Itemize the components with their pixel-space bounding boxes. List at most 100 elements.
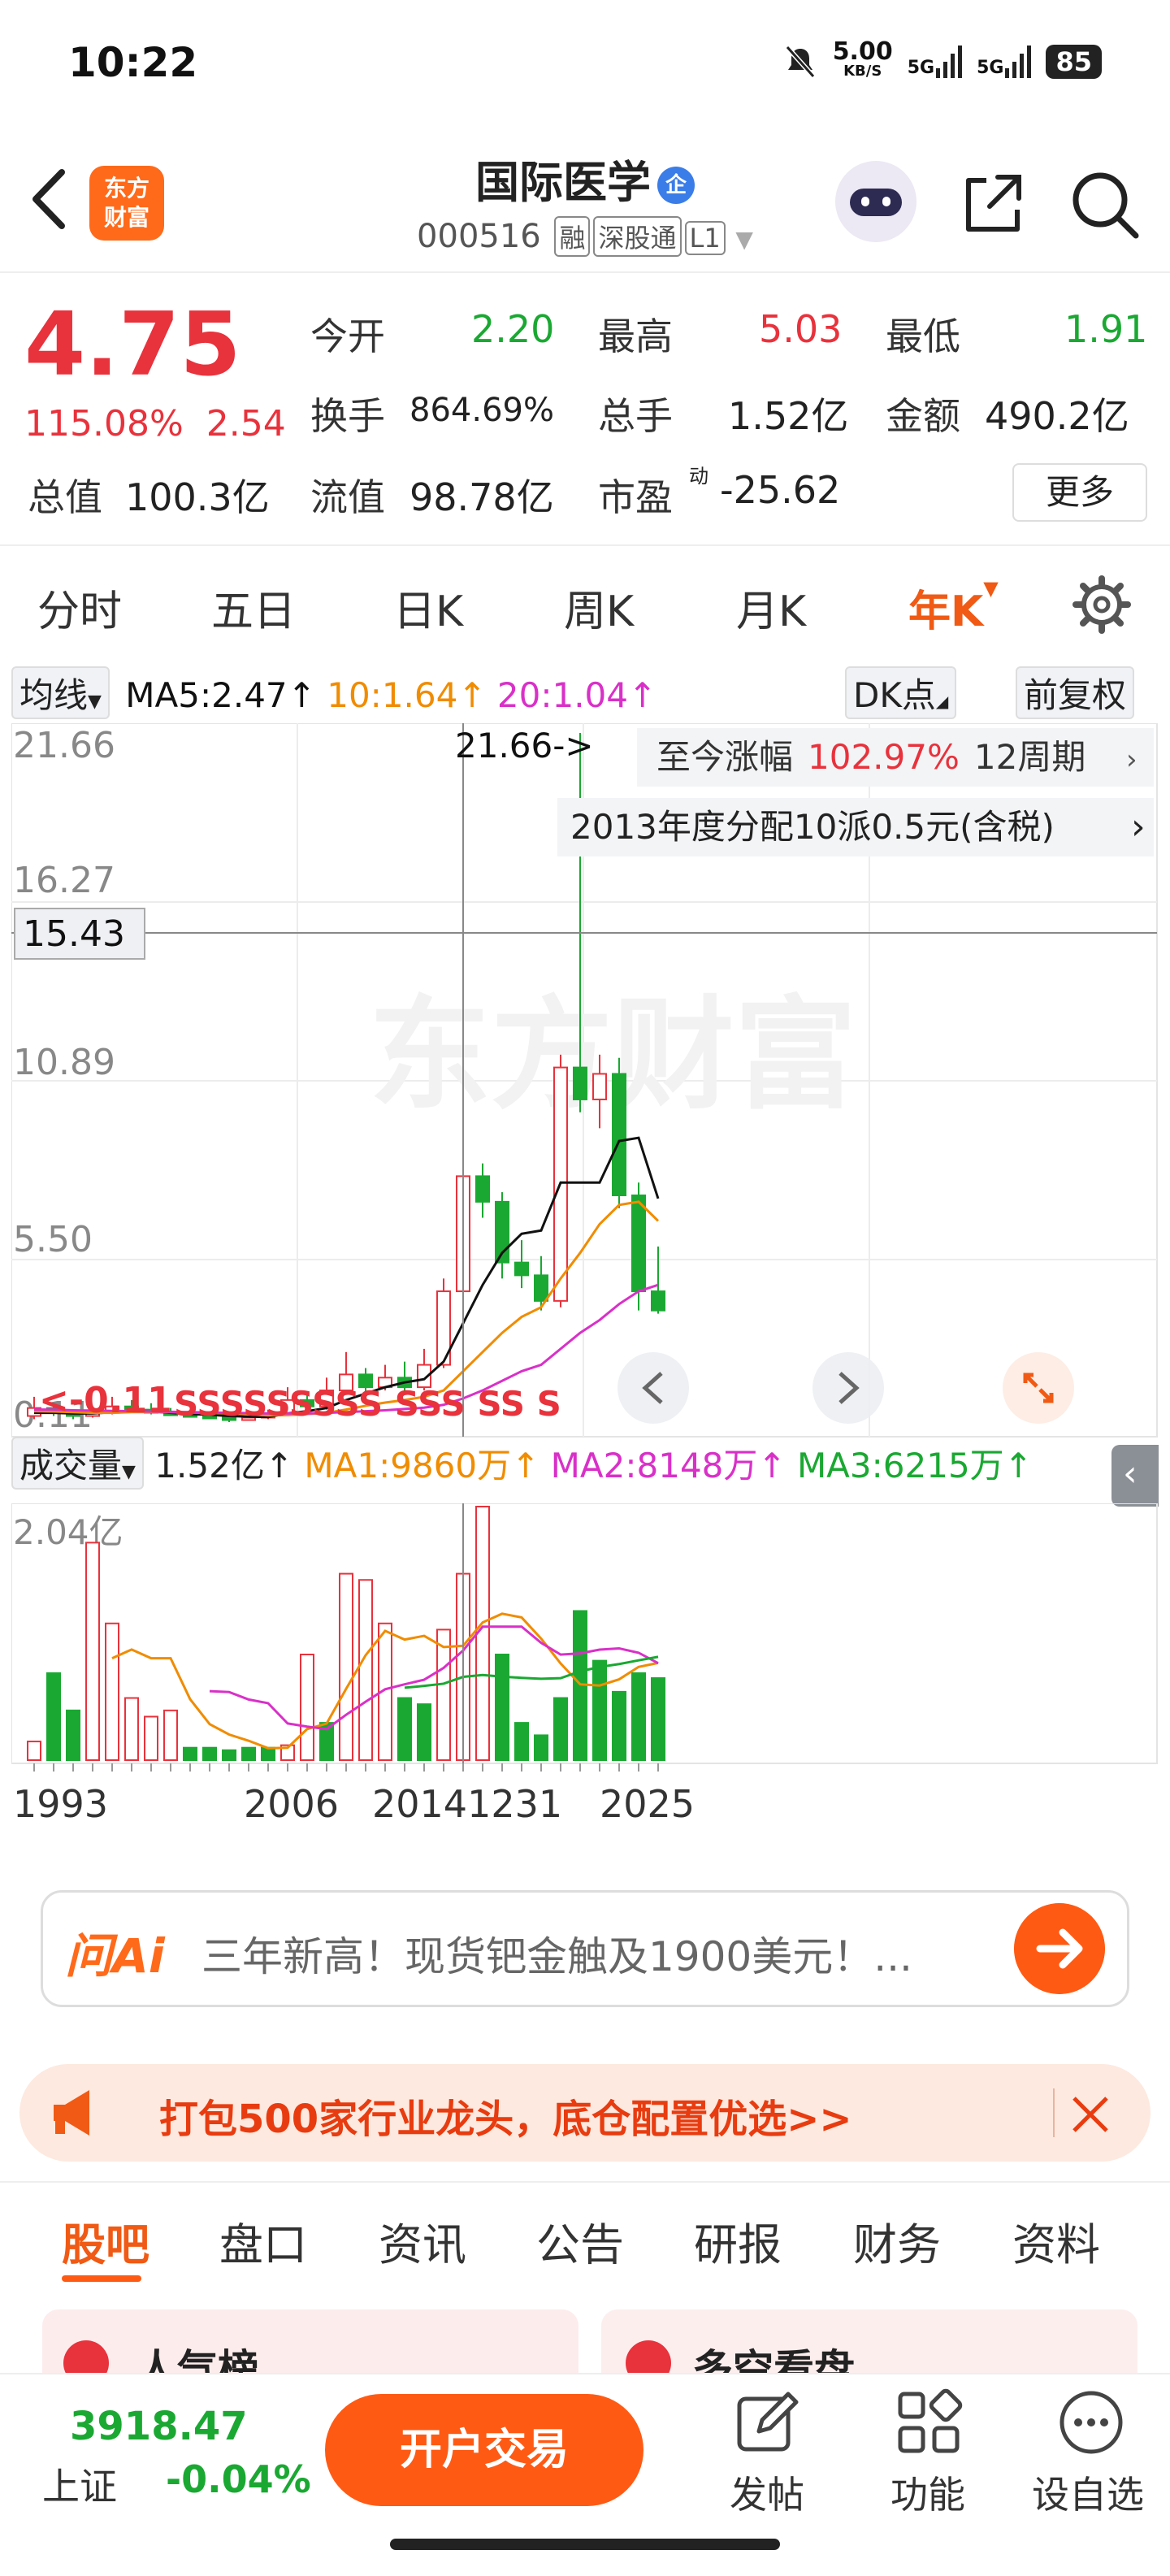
volume-bar (651, 1677, 665, 1761)
open-account-trade-button[interactable]: 开户交易 (325, 2394, 644, 2506)
volume-bar (183, 1746, 197, 1761)
net-speed: 5.00 KB/S (833, 40, 893, 81)
ai-robot-avatar[interactable] (835, 161, 916, 242)
index-value[interactable]: 3918.47 (70, 2404, 248, 2449)
volume-bar (202, 1746, 217, 1761)
low-marker: <-0.11 (39, 1380, 172, 1421)
app-logo[interactable]: 东方 财富 (89, 166, 164, 241)
caret-down-icon: ▼ (122, 1462, 136, 1482)
tab-announcements[interactable]: 公告 (536, 2209, 624, 2273)
tab-news[interactable]: 资讯 (379, 2209, 466, 2273)
back-arrow-icon[interactable] (20, 163, 76, 236)
current-price: 4.75 (24, 294, 241, 396)
ma20-value: 20:1.04↑ (496, 675, 657, 715)
open-value: 2.20 (471, 307, 555, 351)
bull-bear-card[interactable]: 多空看盘 (601, 2309, 1138, 2393)
post-label[interactable]: 发帖 (730, 2465, 804, 2519)
chart-prev-button[interactable] (618, 1352, 689, 1424)
signal-5g-2: 5G (977, 46, 1032, 78)
volume-bar (495, 1654, 509, 1761)
dk-point-button[interactable]: DK点◢ (845, 666, 957, 719)
divider (1053, 2088, 1055, 2137)
gain-text: 至今涨幅 102.97% 12周期 (656, 737, 1086, 777)
gain-prefix: 至今涨幅 (656, 737, 793, 777)
stock-code-row[interactable]: 000516 融深股通 L1 ▼ (390, 216, 780, 257)
volume-bar (144, 1715, 158, 1761)
popularity-card[interactable]: 人气榜 (42, 2309, 578, 2393)
chevron-right-icon: › (1126, 744, 1138, 776)
dividend-note: 2013年度分配10派0.5元(含税) (570, 807, 1055, 847)
volume-bar (66, 1709, 80, 1762)
search-icon[interactable] (1068, 167, 1141, 241)
candle-body (514, 1261, 529, 1277)
functions-label[interactable]: 功能 (890, 2465, 965, 2519)
active-tab-indicator (62, 2275, 141, 2282)
tab-yearly-k-label: 年K (908, 588, 984, 636)
status-time: 10:22 (68, 39, 198, 86)
stock-name: 国际医学 (475, 157, 651, 208)
tab-intraday[interactable]: 分时 (37, 577, 122, 638)
ai-search-text[interactable]: 三年新高！现货钯金触及1900美元！... (202, 1924, 998, 1983)
volume-bar (631, 1672, 646, 1761)
pe-sup: 动 (689, 465, 708, 488)
more-button[interactable]: 更多 (1012, 463, 1147, 522)
share-icon[interactable] (957, 169, 1027, 239)
volume-bar (436, 1628, 451, 1761)
tab-forum[interactable]: 股吧 (62, 2209, 150, 2273)
tab-research[interactable]: 研报 (694, 2209, 782, 2273)
signal-5g-1: 5G (908, 46, 963, 78)
change-pct: 115.08% (24, 403, 184, 445)
signal-markers: SSSSSSSSS SSS SS S (174, 1384, 561, 1424)
post-icon[interactable] (731, 2386, 804, 2459)
stock-title: 国际医学企 (390, 146, 780, 210)
ma-select[interactable]: 均线▼ (11, 666, 110, 719)
index-name[interactable]: 上证 (42, 2457, 117, 2511)
volume-bar (417, 1703, 431, 1761)
fullscreen-button[interactable] (1003, 1352, 1074, 1424)
volume-select-label: 成交量 (20, 1446, 123, 1485)
promo-text[interactable]: 打包500家行业龙头，底仓配置优选>> (159, 2087, 852, 2144)
candle-body (631, 1195, 646, 1293)
mute-bell-icon (785, 46, 815, 78)
signal-bars-icon (936, 46, 963, 78)
tab-daily-k[interactable]: 日K (393, 577, 463, 638)
signal-bars-icon (1005, 46, 1032, 78)
add-watchlist-label[interactable]: 设自选 (1032, 2465, 1144, 2519)
tab-profile[interactable]: 资料 (1012, 2209, 1100, 2273)
gear-icon[interactable] (1071, 574, 1133, 635)
close-icon[interactable] (1068, 2092, 1113, 2137)
x-label-1993: 1993 (13, 1782, 108, 1820)
volume-select[interactable]: 成交量▼ (11, 1437, 144, 1490)
more-dots-icon[interactable] (1055, 2386, 1128, 2459)
signal-5g-2-label: 5G (977, 58, 1004, 78)
volume-bar (514, 1722, 529, 1761)
volume-chart[interactable]: 2.04亿 1993 2006 20141231 2025 (11, 1503, 1159, 1820)
tab-monthly-k[interactable]: 月K (736, 577, 806, 638)
volume-bar (222, 1749, 236, 1762)
tab-financials[interactable]: 财务 (853, 2209, 941, 2273)
amount-label: 金额 (886, 394, 960, 438)
tab-orderbook[interactable]: 盘口 (219, 2209, 307, 2273)
side-panel-toggle[interactable]: ‹ (1112, 1445, 1159, 1507)
adjust-button[interactable]: 前复权 (1016, 666, 1135, 719)
volume-bar (163, 1709, 178, 1762)
stock-code: 000516 (417, 218, 541, 255)
functions-icon[interactable] (892, 2386, 965, 2459)
tab-yearly-k[interactable]: 年K▼ (908, 577, 999, 638)
logo-line1: 东方 (103, 175, 150, 202)
index-change[interactable]: -0.04% (166, 2457, 311, 2501)
low-value: 1.91 (1064, 307, 1148, 351)
volume-bar (592, 1659, 607, 1762)
chart-next-button[interactable] (812, 1352, 884, 1424)
arrow-right-icon[interactable] (1014, 1903, 1105, 1994)
y-tick-2: 16.27 (13, 860, 115, 901)
kline-chart[interactable]: 东方财富 21.66 16.27 10.89 5.50 0.11 15.43 2… (11, 723, 1159, 1438)
volume-bar (339, 1572, 353, 1761)
ma10-value: 10:1.64↑ (327, 675, 487, 715)
tab-five-day[interactable]: 五日 (211, 577, 296, 638)
pe-value: -25.62 (720, 468, 841, 512)
tab-weekly-k[interactable]: 周K (564, 577, 634, 638)
float-value: 98.78亿 (410, 475, 554, 519)
high-label: 最高 (598, 314, 673, 358)
vol-ma3: MA3:6215万↑ (796, 1446, 1033, 1485)
